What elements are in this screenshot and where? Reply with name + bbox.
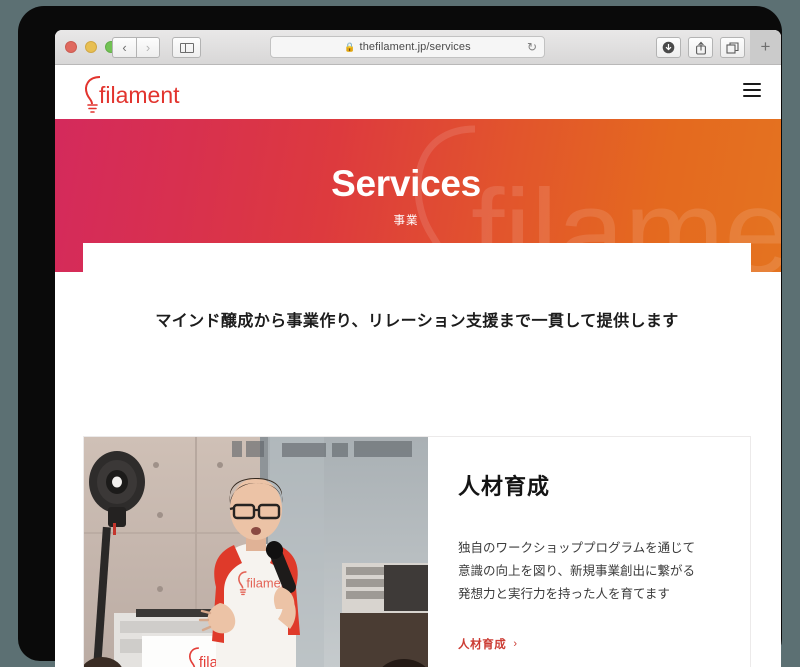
service-card-link-label: 人材育成 [458, 639, 507, 652]
hero-text-block: Services 事業 [55, 165, 781, 228]
filament-logo-icon: filament [85, 76, 180, 113]
minimize-window-button[interactable] [85, 41, 97, 53]
service-card[interactable]: filament 人材育成 独自のワークショッププログラムを通じて 意識の向上を… [83, 436, 751, 667]
browser-window: ‹ › 🔒 thefilament.jp/services ↻ + filame… [55, 30, 781, 667]
service-card-title: 人材育成 [458, 474, 551, 499]
speaker-photo: filament [84, 437, 428, 667]
site-header: filament [55, 65, 781, 119]
address-bar[interactable]: 🔒 thefilament.jp/services ↻ [270, 36, 545, 58]
reload-button[interactable]: ↻ [527, 40, 537, 54]
navigation-buttons: ‹ › [112, 37, 160, 58]
svg-text:filament: filament [99, 82, 180, 108]
page-title: Services [331, 163, 481, 204]
service-card-body: 人材育成 独自のワークショッププログラムを通じて 意識の向上を図り、新規事業創出に… [428, 437, 750, 667]
sidebar-icon [179, 42, 194, 53]
forward-button[interactable]: › [136, 37, 160, 58]
share-icon [695, 41, 706, 55]
service-card-description: 独自のワークショッププログラムを通じて 意識の向上を図り、新規事業創出に繋がる 発想… [458, 541, 696, 602]
window-traffic-lights [65, 41, 117, 53]
service-card-link[interactable]: 人材育成 › [458, 636, 518, 652]
hamburger-line [743, 88, 761, 92]
hamburger-line [743, 94, 761, 97]
hamburger-menu-icon[interactable] [743, 83, 761, 97]
page-subtitle: 事業 [393, 215, 419, 227]
content-panel: マインド醸成から事業作り、リレーション支援まで一貫して提供します filamen… [83, 243, 751, 667]
hamburger-line [743, 83, 761, 86]
new-tab-button[interactable]: + [750, 30, 781, 64]
toolbar-right-buttons [656, 37, 745, 58]
web-page: filament filament [55, 65, 781, 667]
url-text: thefilament.jp/services [359, 41, 471, 53]
show-tabs-button[interactable] [720, 37, 745, 58]
sidebar-toggle-button[interactable] [172, 37, 201, 58]
tagline: マインド醸成から事業作り、リレーション支援まで一貫して提供します [155, 313, 679, 330]
service-card-photo: filament [84, 437, 428, 667]
site-logo[interactable]: filament [73, 71, 193, 115]
browser-toolbar: ‹ › 🔒 thefilament.jp/services ↻ + [55, 30, 781, 65]
tabs-icon [726, 41, 739, 54]
back-button[interactable]: ‹ [112, 37, 136, 58]
window-outer-frame: ‹ › 🔒 thefilament.jp/services ↻ + filame… [18, 6, 782, 667]
lock-icon: 🔒 [344, 41, 356, 52]
chevron-right-icon: › [513, 638, 518, 651]
download-button[interactable] [656, 37, 681, 58]
download-icon [662, 41, 675, 54]
share-button[interactable] [688, 37, 713, 58]
close-window-button[interactable] [65, 41, 77, 53]
